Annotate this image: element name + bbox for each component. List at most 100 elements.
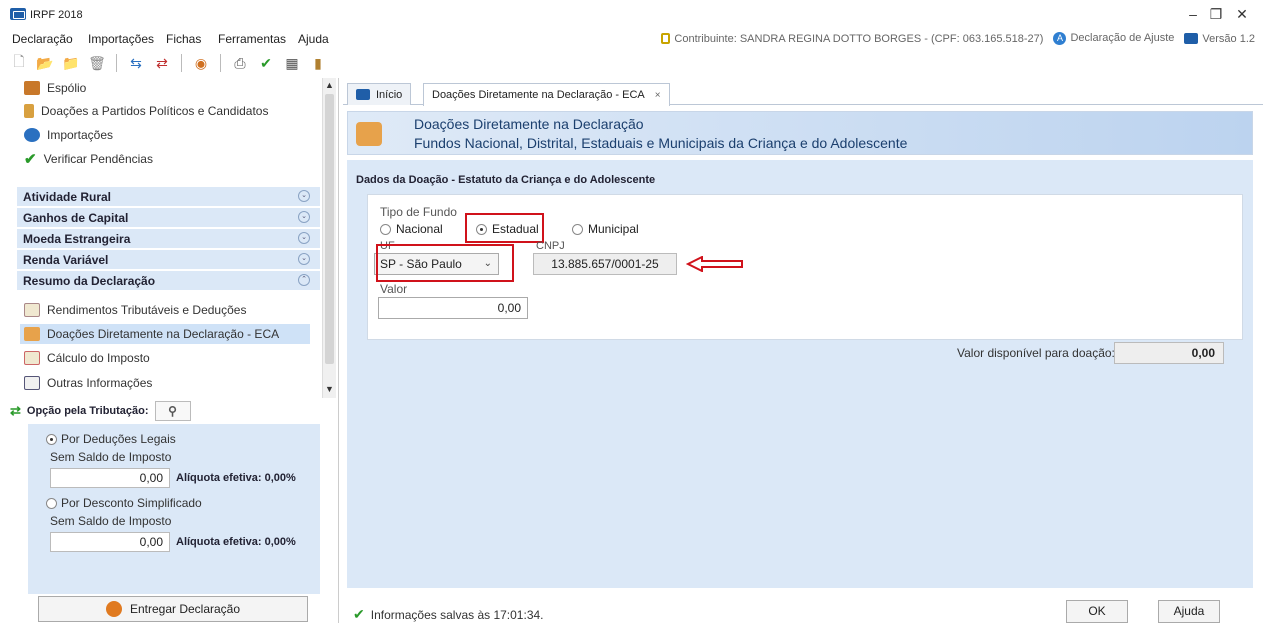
close-tab-icon[interactable]: × (655, 90, 661, 101)
form-content: Dados da Doação - Estatuto da Criança e … (347, 160, 1253, 588)
open-folder-icon[interactable]: 📂 (34, 52, 56, 74)
home-icon (356, 89, 370, 100)
radio-municipal-dot[interactable] (572, 223, 583, 235)
category-atividade-rural[interactable]: Atividade Rural ⌄ (17, 186, 320, 206)
category-ganhos-capital[interactable]: Ganhos de Capital ⌄ (17, 207, 320, 227)
tab-bar: Início Doações Diretamente na Declaração… (343, 80, 1263, 106)
page-title: Doações Diretamente na Declaração (414, 116, 644, 132)
radio-municipal[interactable]: Municipal (572, 222, 639, 236)
title-bar: IRPF 2018 – ❐ ✕ (0, 0, 1263, 28)
menu-importacoes[interactable]: Importações (88, 32, 154, 46)
folder-icon[interactable]: 📁 (60, 52, 82, 74)
tree-item-espolio[interactable]: Espólio (24, 78, 86, 98)
tree-item-rendimentos[interactable]: Rendimentos Tributáveis e Deduções (24, 300, 246, 320)
entregar-declaracao-button[interactable]: Entregar Declaração (38, 596, 308, 622)
menu-ajuda[interactable]: Ajuda (298, 32, 329, 46)
tree-item-doacoes-partidos[interactable]: Doações a Partidos Políticos e Candidato… (24, 101, 268, 121)
expand-icon[interactable]: ⌄ (298, 232, 310, 244)
doacoes-partidos-icon (24, 104, 34, 118)
export-icon[interactable]: ⇄ (151, 52, 173, 74)
expand-icon[interactable]: ⌄ (298, 211, 310, 223)
tree-item-label: Verificar Pendências (43, 152, 153, 166)
transmit-icon[interactable]: ◉ (190, 52, 212, 74)
header-info: Contribuinte: SANDRA REGINA DOTTO BORGES… (661, 32, 1255, 45)
expand-icon[interactable]: ⌄ (298, 190, 310, 202)
scroll-up-icon[interactable]: ▲ (325, 80, 334, 90)
opcao-header: ⇄ Opção pela Tributação: ⚲ (10, 400, 320, 422)
tab-doacoes-eca[interactable]: Doações Diretamente na Declaração - ECA … (423, 83, 670, 106)
valor-label: Valor (380, 282, 408, 296)
tree-item-verificar[interactable]: ✔ Verificar Pendências (24, 149, 153, 169)
tree-item-label: Doações Diretamente na Declaração - ECA (47, 327, 280, 341)
contribuinte-info: Contribuinte: SANDRA REGINA DOTTO BORGES… (661, 33, 1043, 45)
category-renda-variavel[interactable]: Renda Variável ⌄ (17, 249, 320, 269)
new-file-icon[interactable]: 🗋 (8, 52, 30, 74)
left-pane: Espólio Doações a Partidos Políticos e C… (10, 78, 336, 623)
scroll-thumb[interactable] (325, 94, 334, 364)
ok-button[interactable]: OK (1066, 600, 1128, 623)
page-subtitle: Fundos Nacional, Distrital, Estaduais e … (414, 135, 908, 151)
deducoes-status: Sem Saldo de Imposto (50, 450, 172, 464)
search-button[interactable]: ⚲ (154, 401, 191, 421)
tab-inicio[interactable]: Início (347, 83, 412, 105)
opcao-body: Por Deduções Legais Sem Saldo de Imposto… (28, 424, 320, 594)
radio-deducoes-legais[interactable]: Por Deduções Legais (46, 432, 176, 446)
radio-deducoes-legais-dot[interactable] (46, 433, 57, 445)
toolbar-separator (116, 54, 117, 72)
app-icon (10, 8, 26, 20)
category-resumo[interactable]: Resumo da Declaração ⌃ (17, 270, 320, 290)
highlight-estadual (465, 213, 544, 243)
radio-nacional-dot[interactable] (380, 223, 391, 235)
radio-desconto-simplificado-dot[interactable] (46, 497, 57, 509)
declaracao-type[interactable]: A Declaração de Ajuste (1053, 32, 1174, 45)
menu-declaracao[interactable]: Declaração (12, 32, 73, 46)
pane-divider[interactable] (338, 78, 339, 623)
tree-item-label: Cálculo do Imposto (47, 351, 150, 365)
print-icon[interactable]: ⎙ (229, 52, 251, 74)
tree-item-outras[interactable]: Outras Informações (24, 373, 152, 393)
tree-item-label: Espólio (47, 81, 87, 95)
deducoes-aliquota: Alíquota efetiva: 0,00% (176, 472, 296, 484)
scroll-down-icon[interactable]: ▼ (325, 384, 334, 394)
deducoes-valor: 0,00 (50, 468, 170, 488)
versao-icon (1184, 33, 1199, 45)
valor-input[interactable]: 0,00 (378, 297, 528, 319)
close-window-button[interactable]: ✕ (1232, 6, 1252, 23)
simplificado-valor: 0,00 (50, 532, 170, 552)
page-banner: Doações Diretamente na Declaração Fundos… (347, 111, 1253, 155)
category-moeda-estrangeira[interactable]: Moeda Estrangeira ⌄ (17, 228, 320, 248)
fichas-tree: Espólio Doações a Partidos Políticos e C… (10, 78, 322, 398)
toolbar: 🗋 📂 📁 🗑 ⇆ ⇄ ◉ ⎙ ✔ ▦ ▮ (8, 51, 329, 75)
opcao-title: Opção pela Tributação: (26, 405, 149, 417)
menu-fichas[interactable]: Fichas (166, 32, 201, 46)
form-panel: Tipo de Fundo Nacional Estadual Municipa… (367, 194, 1243, 340)
save-status-icon: ✔ (353, 606, 365, 622)
collapse-icon[interactable]: ⌃ (298, 274, 310, 286)
tree-item-doacoes-eca[interactable]: Doações Diretamente na Declaração - ECA (20, 324, 310, 344)
search-icon: ⚲ (168, 404, 177, 418)
radio-desconto-simplificado[interactable]: Por Desconto Simplificado (46, 496, 202, 510)
arrows-icon: ⇄ (10, 403, 21, 418)
trash-icon[interactable]: 🗑 (86, 52, 108, 74)
tree-item-importacoes[interactable]: Importações (24, 125, 113, 145)
menu-ferramentas[interactable]: Ferramentas (218, 32, 286, 46)
espolio-icon (24, 81, 40, 95)
opcao-tributacao-panel: ⇄ Opção pela Tributação: ⚲ Por Deduções … (10, 400, 334, 623)
import-icon[interactable]: ⇆ (125, 52, 147, 74)
disponivel-label: Valor disponível para doação: (957, 346, 1115, 360)
versao-info[interactable]: Versão 1.2 (1184, 33, 1255, 45)
cnpj-label: CNPJ (536, 240, 565, 252)
maximize-button[interactable]: ❐ (1206, 6, 1226, 23)
simplificado-aliquota: Alíquota efetiva: 0,00% (176, 536, 296, 548)
tree-item-label: Rendimentos Tributáveis e Deduções (47, 303, 247, 317)
main-pane: Início Doações Diretamente na Declaração… (343, 80, 1263, 623)
tree-scrollbar[interactable]: ▲ ▼ (322, 78, 336, 398)
tree-item-calculo[interactable]: Cálculo do Imposto (24, 348, 150, 368)
verify-icon[interactable]: ✔ (255, 52, 277, 74)
minimize-button[interactable]: – (1183, 6, 1203, 22)
calculator-icon[interactable]: ▦ (281, 52, 303, 74)
book-icon[interactable]: ▮ (307, 52, 329, 74)
ajuda-button[interactable]: Ajuda (1158, 600, 1220, 623)
radio-nacional[interactable]: Nacional (380, 222, 443, 236)
expand-icon[interactable]: ⌄ (298, 253, 310, 265)
